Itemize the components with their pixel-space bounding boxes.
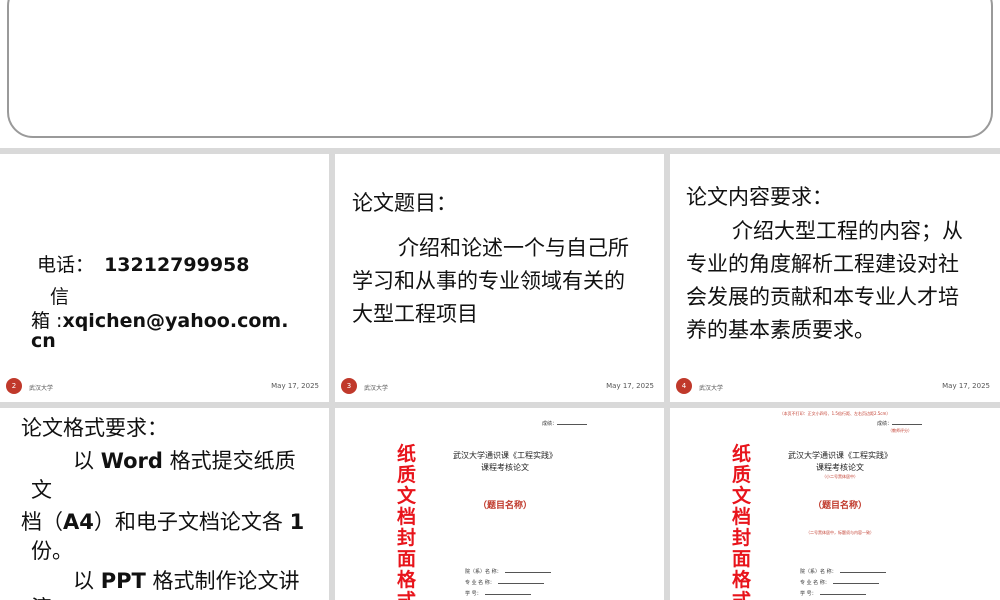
- slide-footer: 4 武汉大学 May 17, 2025: [670, 378, 1000, 396]
- text-fragment: 以: [73, 569, 101, 593]
- cover-field: 学 号：: [800, 590, 866, 597]
- text-fragment: 格式制作论文讲: [145, 569, 300, 593]
- cover-subtitle: 课程考核论文: [481, 463, 529, 472]
- slide-heading: 论文内容要求：: [686, 185, 833, 209]
- cover-title: 武汉大学通识课《工程实践》: [453, 451, 557, 460]
- footer-date: May 17, 2025: [942, 382, 990, 390]
- slide-footer: 3 武汉大学 May 17, 2025: [335, 378, 664, 396]
- top-slide: [0, 0, 1000, 148]
- slide-number-badge: 2: [6, 378, 22, 394]
- field-label: 学 号：: [800, 591, 817, 597]
- field-label: 学 号：: [465, 591, 482, 597]
- text-fragment: ）和电子文档论文各: [93, 510, 290, 534]
- cover-field: 专 业 名 称：: [800, 579, 879, 586]
- slide-heading: 论文格式要求：: [21, 416, 168, 440]
- score-label: 成绩：: [542, 420, 588, 427]
- text-bold: PPT: [100, 569, 146, 593]
- slide-number-badge: 3: [341, 378, 357, 394]
- field-label: 院（系）名 称：: [465, 569, 502, 575]
- cover-field: 院（系）名 称：: [800, 568, 886, 575]
- text-fragment: 档（: [21, 510, 63, 534]
- text-line: 文: [31, 478, 52, 502]
- text-fragment: 格式提交纸质: [162, 449, 296, 473]
- cover-topic-placeholder: （题目名称）: [812, 501, 867, 511]
- email-label-2: 箱 :: [31, 310, 63, 332]
- cover-field: 学 号：: [465, 590, 531, 597]
- text-line: 专业的角度解析工程建设对社: [686, 252, 959, 276]
- text-line: 介绍和论述一个与自己所: [398, 236, 629, 260]
- slide-2[interactable]: 电话： 13212799958 信 箱 :xqichen@yahoo.com. …: [0, 154, 329, 402]
- text-line: 养的基本素质要求。: [686, 318, 875, 342]
- text-line: 大型工程项目: [352, 302, 478, 326]
- text-bold: A4: [63, 510, 94, 534]
- email-label-1: 信: [50, 286, 70, 308]
- email-line: 箱 :xqichen@yahoo.com.: [31, 306, 288, 333]
- text-line: 学习和从事的专业领域有关的: [352, 269, 625, 293]
- phone-line: 电话： 13212799958: [37, 250, 250, 277]
- score-text: 成绩：: [877, 421, 893, 427]
- footer-date: May 17, 2025: [606, 382, 654, 390]
- footer-org: 武汉大学: [364, 385, 389, 392]
- cover-field: 院（系）名 称：: [465, 568, 551, 575]
- text-line: 份。: [31, 539, 73, 563]
- cover-format-vertical-label: 纸质文档封面格式: [732, 443, 752, 600]
- footer-org: 武汉大学: [699, 385, 724, 392]
- mid-note: （二号黑体居中，标题须与内容一致）: [806, 530, 874, 535]
- field-label: 专 业 名 称：: [800, 580, 830, 586]
- slide-6[interactable]: 成绩： 纸质文档封面格式 武汉大学通识课《工程实践》 课程考核论文 （题目名称）…: [335, 408, 664, 600]
- phone-label: 电话：: [37, 254, 95, 276]
- slide-footer: 2 武汉大学 May 17, 2025: [0, 378, 329, 396]
- cover-header-note: （本页不打印：正文小四号、1.5倍行距、左右页边距2.5cm）: [779, 411, 891, 416]
- cover-topic-placeholder: （题目名称）: [477, 501, 532, 511]
- cover-format-vertical-label: 纸质文档封面格式: [397, 443, 417, 600]
- text-fragment: 以: [73, 449, 101, 473]
- email-value-2: cn: [31, 330, 56, 352]
- score-text: 成绩：: [542, 421, 558, 427]
- email-value-1: xqichen@yahoo.com.: [62, 310, 289, 332]
- slide-4[interactable]: 论文内容要求： 介绍大型工程的内容；从 专业的角度解析工程建设对社 会发展的贡献…: [670, 154, 1000, 402]
- text-line: 演: [31, 592, 52, 600]
- score-label: 成绩：: [877, 420, 923, 427]
- slide-heading: 论文题目：: [352, 191, 457, 215]
- text-bold: 1: [289, 510, 305, 534]
- score-note: （教师评分）: [888, 428, 912, 433]
- footer-date: May 17, 2025: [271, 382, 319, 390]
- text-line: 会发展的贡献和本专业人才培: [686, 285, 959, 309]
- slide-7[interactable]: （本页不打印：正文小四号、1.5倍行距、左右页边距2.5cm） 成绩： （教师评…: [670, 408, 1000, 600]
- text-bold: Word: [100, 449, 163, 473]
- slide-3[interactable]: 论文题目： 介绍和论述一个与自己所 学习和从事的专业领域有关的 大型工程项目 3…: [335, 154, 664, 402]
- cover-field: 专 业 名 称：: [465, 579, 544, 586]
- title-note: （小二号黑体居中）: [822, 474, 858, 479]
- slide-number-badge: 4: [676, 378, 692, 394]
- field-label: 专 业 名 称：: [465, 580, 495, 586]
- cover-title: 武汉大学通识课《工程实践》: [788, 451, 892, 460]
- footer-org: 武汉大学: [29, 385, 54, 392]
- phone-value: 13212799958: [104, 254, 250, 276]
- slide-5[interactable]: 论文格式要求： 以 Word 格式提交纸质 文 档（A4）和电子文档论文各 1 …: [0, 408, 329, 600]
- text-line: 以 Word 格式提交纸质: [73, 445, 296, 478]
- text-line: 以 PPT 格式制作论文讲: [73, 565, 299, 598]
- top-slide-card: [7, 0, 993, 138]
- text-line: 介绍大型工程的内容；从: [732, 219, 963, 243]
- field-label: 院（系）名 称：: [800, 569, 837, 575]
- cover-subtitle: 课程考核论文: [816, 463, 864, 472]
